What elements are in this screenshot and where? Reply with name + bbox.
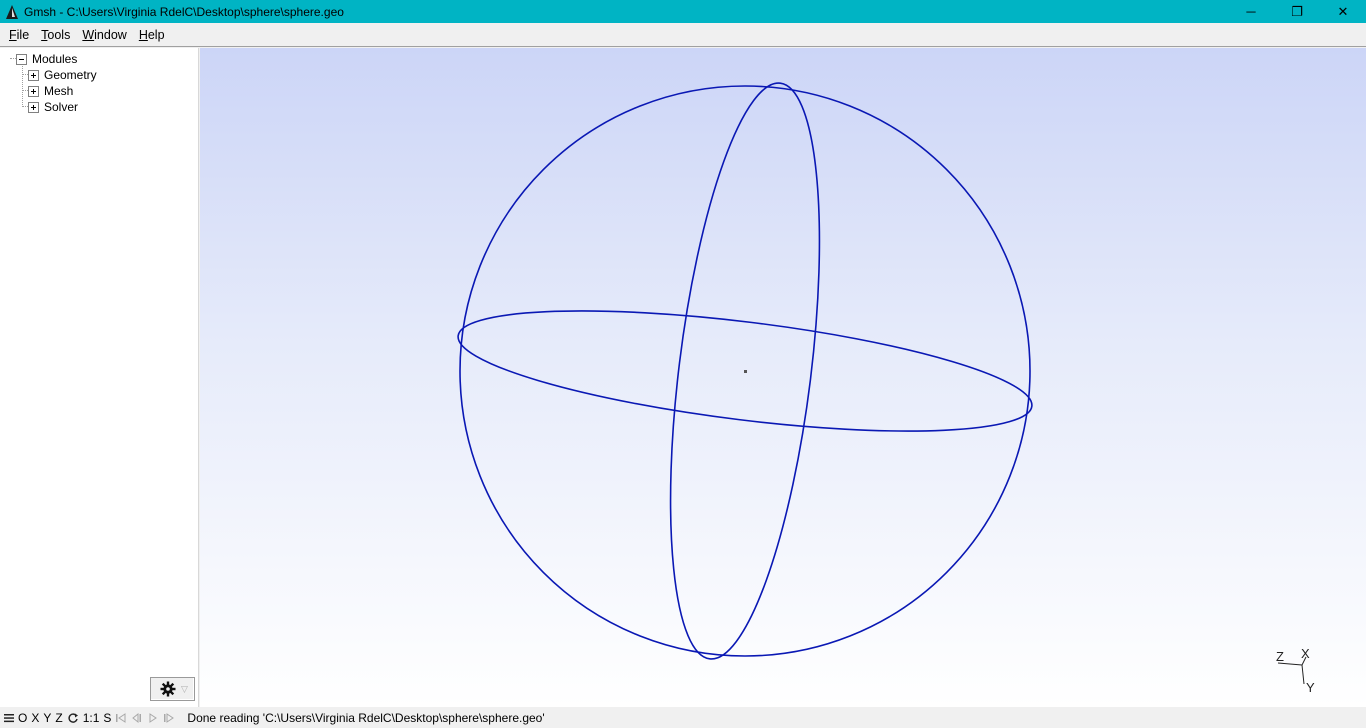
options-gear-button[interactable]: ▽ bbox=[150, 677, 195, 701]
tree-item-geometry[interactable]: Geometry bbox=[28, 67, 97, 83]
status-message: Done reading 'C:\Users\Virginia RdelC\De… bbox=[187, 710, 545, 725]
menu-bar: File Tools Window Help bbox=[0, 23, 1366, 47]
collapse-icon[interactable] bbox=[16, 53, 27, 65]
menu-tools[interactable]: Tools bbox=[35, 23, 76, 47]
tree-item-label: Solver bbox=[44, 100, 79, 114]
dropdown-arrow-icon: ▽ bbox=[181, 683, 188, 694]
status-bar: O X Y Z 1:1 S Done reading 'C:\Users\Vir… bbox=[0, 707, 1366, 728]
menu-help[interactable]: Help bbox=[133, 23, 171, 47]
s-button[interactable]: S bbox=[103, 711, 111, 725]
gear-icon bbox=[160, 681, 176, 697]
tree-item-label: Mesh bbox=[44, 84, 74, 98]
tree-item-mesh[interactable]: Mesh bbox=[28, 83, 73, 99]
expand-icon[interactable] bbox=[28, 69, 39, 81]
rotate-icon[interactable] bbox=[67, 712, 79, 724]
tree-item-label: Modules bbox=[32, 52, 78, 66]
module-tree-panel: Modules Geometry Mesh Solver bbox=[0, 48, 199, 707]
axis-label-y: Y bbox=[1306, 680, 1315, 695]
title-bar: Gmsh - C:\Users\Virginia RdelC\Desktop\s… bbox=[0, 0, 1366, 23]
sphere-geometry bbox=[457, 82, 1307, 685]
view-z-button[interactable]: Z bbox=[55, 711, 62, 725]
next-step-icon[interactable] bbox=[163, 712, 175, 724]
expand-icon[interactable] bbox=[28, 101, 39, 113]
menu-window[interactable]: Window bbox=[76, 23, 132, 47]
restore-button[interactable]: ❐ bbox=[1274, 0, 1320, 23]
center-point bbox=[744, 370, 747, 373]
previous-step-icon[interactable] bbox=[131, 712, 143, 724]
view-x-button[interactable]: X bbox=[31, 711, 39, 725]
axis-label-z: Z bbox=[1276, 649, 1284, 664]
tree-item-label: Geometry bbox=[44, 68, 97, 82]
graphics-viewport[interactable]: Z X Y bbox=[200, 48, 1366, 707]
first-step-icon[interactable] bbox=[115, 712, 127, 724]
menu-file[interactable]: File bbox=[3, 23, 35, 47]
menu-icon[interactable] bbox=[4, 713, 14, 723]
gmsh-app-icon[interactable] bbox=[4, 4, 20, 20]
close-button[interactable]: ✕ bbox=[1320, 0, 1366, 23]
tree-item-solver[interactable]: Solver bbox=[28, 99, 78, 115]
tree-item-modules[interactable]: Modules bbox=[16, 51, 77, 67]
scale-button[interactable]: 1:1 bbox=[83, 711, 100, 725]
view-origin-button[interactable]: O bbox=[18, 711, 27, 725]
axis-label-x: X bbox=[1301, 646, 1310, 661]
expand-icon[interactable] bbox=[28, 85, 39, 97]
play-icon[interactable] bbox=[147, 712, 159, 724]
window-controls: ─ ❐ ✕ bbox=[1228, 0, 1366, 23]
window-title: Gmsh - C:\Users\Virginia RdelC\Desktop\s… bbox=[24, 4, 344, 19]
minimize-button[interactable]: ─ bbox=[1228, 0, 1274, 23]
tree-connector bbox=[22, 64, 23, 107]
view-y-button[interactable]: Y bbox=[43, 711, 51, 725]
